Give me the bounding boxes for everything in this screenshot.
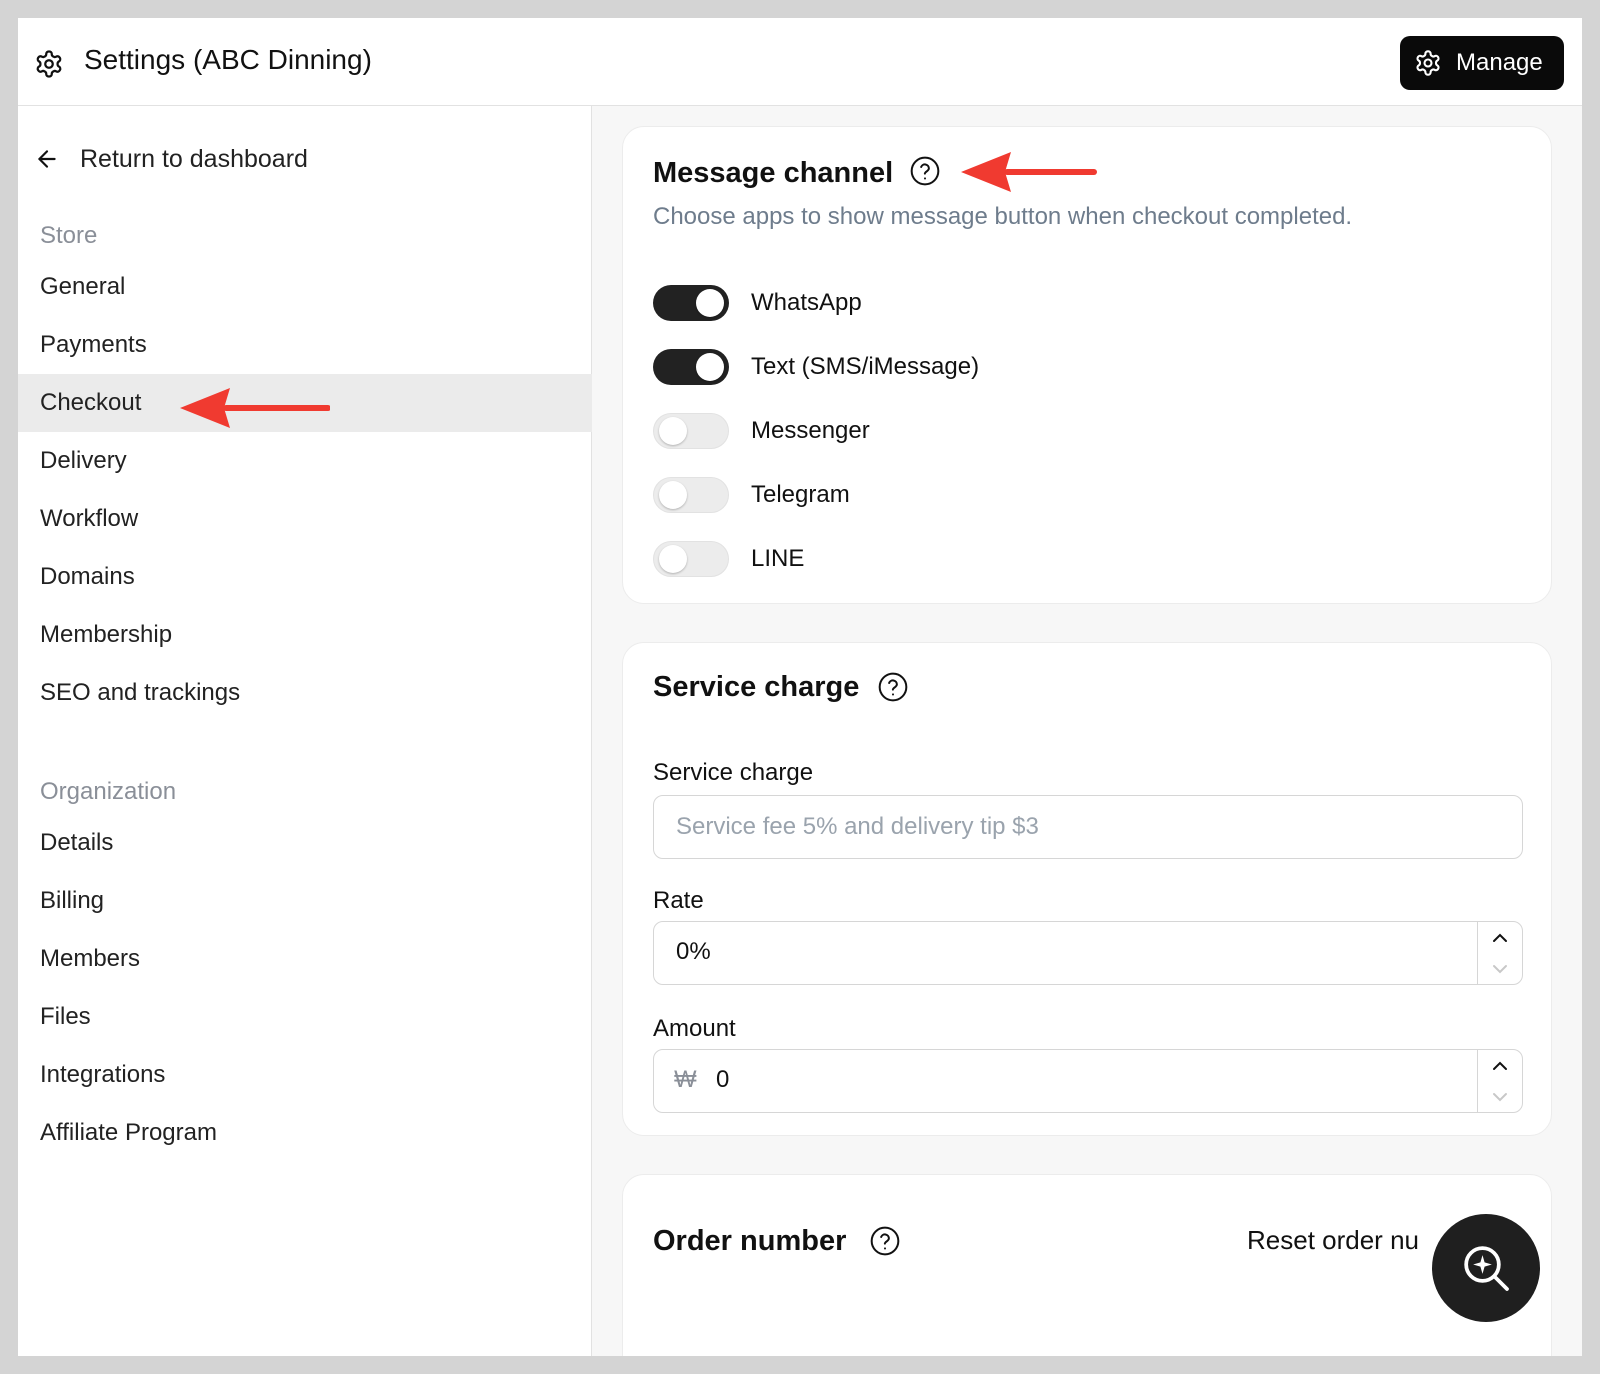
chevron-down-icon[interactable] xyxy=(1492,953,1508,984)
sidebar-item-billing[interactable]: Billing xyxy=(18,872,592,930)
gear-icon xyxy=(36,50,62,78)
annotation-arrow xyxy=(180,388,330,428)
rate-label: Rate xyxy=(653,887,704,914)
channel-label: WhatsApp xyxy=(751,289,862,316)
reset-order-number-button[interactable]: Reset order nu xyxy=(1247,1225,1419,1256)
whatsapp-toggle[interactable] xyxy=(653,285,729,321)
chevron-up-icon[interactable] xyxy=(1492,922,1508,953)
manage-button-label: Manage xyxy=(1456,49,1543,76)
channel-label: LINE xyxy=(751,545,805,572)
order-number-title: Order number xyxy=(653,1225,847,1257)
sidebar-item-details[interactable]: Details xyxy=(18,814,592,872)
header-bar: Settings (ABC Dinning) Manage xyxy=(18,18,1582,106)
line-toggle[interactable] xyxy=(653,541,729,577)
organization-group-title: Organization xyxy=(40,778,177,805)
store-group-title: Store xyxy=(40,222,98,249)
rate-spinner xyxy=(1477,922,1522,984)
annotation-arrow xyxy=(961,152,1097,192)
channel-row-sms: Text (SMS/iMessage) xyxy=(653,347,979,387)
order-number-card: Order number Reset order nu xyxy=(622,1174,1552,1356)
sidebar-item-integrations[interactable]: Integrations xyxy=(18,1046,592,1104)
main-content: Message channel Choose apps to show mess… xyxy=(592,106,1582,1356)
channel-label: Telegram xyxy=(751,481,850,508)
messenger-toggle[interactable] xyxy=(653,413,729,449)
sidebar-item-members[interactable]: Members xyxy=(18,930,592,988)
sidebar-item-files[interactable]: Files xyxy=(18,988,592,1046)
return-to-dashboard-label: Return to dashboard xyxy=(80,144,308,173)
channel-row-line: LINE xyxy=(653,539,804,579)
amount-stepper[interactable]: ₩ 0 xyxy=(653,1049,1523,1113)
channel-label: Messenger xyxy=(751,417,870,444)
service-charge-title: Service charge xyxy=(653,671,860,703)
return-to-dashboard-link[interactable]: Return to dashboard xyxy=(34,144,308,174)
sidebar-item-workflow[interactable]: Workflow xyxy=(18,490,592,548)
sparkle-search-icon xyxy=(1464,1246,1509,1291)
arrow-left-icon xyxy=(38,150,56,168)
rate-value: 0% xyxy=(676,938,711,965)
currency-symbol: ₩ xyxy=(674,1066,697,1093)
sidebar-item-membership[interactable]: Membership xyxy=(18,606,592,664)
sidebar-item-affiliate-program[interactable]: Affiliate Program xyxy=(18,1104,592,1162)
chevron-up-icon[interactable] xyxy=(1492,1050,1508,1081)
service-charge-input[interactable] xyxy=(653,795,1523,859)
sidebar-item-payments[interactable]: Payments xyxy=(18,316,592,374)
service-charge-card: Service charge Service charge Rate 0% A xyxy=(622,642,1552,1136)
telegram-toggle[interactable] xyxy=(653,477,729,513)
sms-toggle[interactable] xyxy=(653,349,729,385)
ai-search-button[interactable] xyxy=(1432,1214,1540,1322)
help-icon[interactable] xyxy=(909,155,941,187)
chevron-down-icon[interactable] xyxy=(1492,1081,1508,1112)
manage-button[interactable]: Manage xyxy=(1400,36,1564,90)
channel-row-whatsapp: WhatsApp xyxy=(653,283,862,323)
help-icon[interactable] xyxy=(877,671,909,703)
sidebar-item-general[interactable]: General xyxy=(18,258,592,316)
message-channel-title: Message channel xyxy=(653,157,894,189)
channel-row-telegram: Telegram xyxy=(653,475,850,515)
service-charge-field-label: Service charge xyxy=(653,759,814,786)
rate-stepper[interactable]: 0% xyxy=(653,921,1523,985)
sidebar-item-domains[interactable]: Domains xyxy=(18,548,592,606)
amount-spinner xyxy=(1477,1050,1522,1112)
help-icon[interactable] xyxy=(869,1225,901,1257)
channel-label: Text (SMS/iMessage) xyxy=(751,353,980,380)
sidebar-item-delivery[interactable]: Delivery xyxy=(18,432,592,490)
amount-label: Amount xyxy=(653,1015,736,1042)
sidebar: Return to dashboard Store General Paymen… xyxy=(18,106,592,1356)
message-channel-subtitle: Choose apps to show message button when … xyxy=(653,203,1353,230)
amount-value: 0 xyxy=(716,1066,730,1093)
sidebar-item-seo[interactable]: SEO and trackings xyxy=(18,664,592,722)
message-channel-card: Message channel Choose apps to show mess… xyxy=(622,126,1552,604)
page-title: Settings (ABC Dinning) xyxy=(84,44,372,75)
gear-icon xyxy=(1416,50,1440,76)
settings-window: Settings (ABC Dinning) Manage Return to … xyxy=(18,18,1582,1356)
channel-row-messenger: Messenger xyxy=(653,411,870,451)
